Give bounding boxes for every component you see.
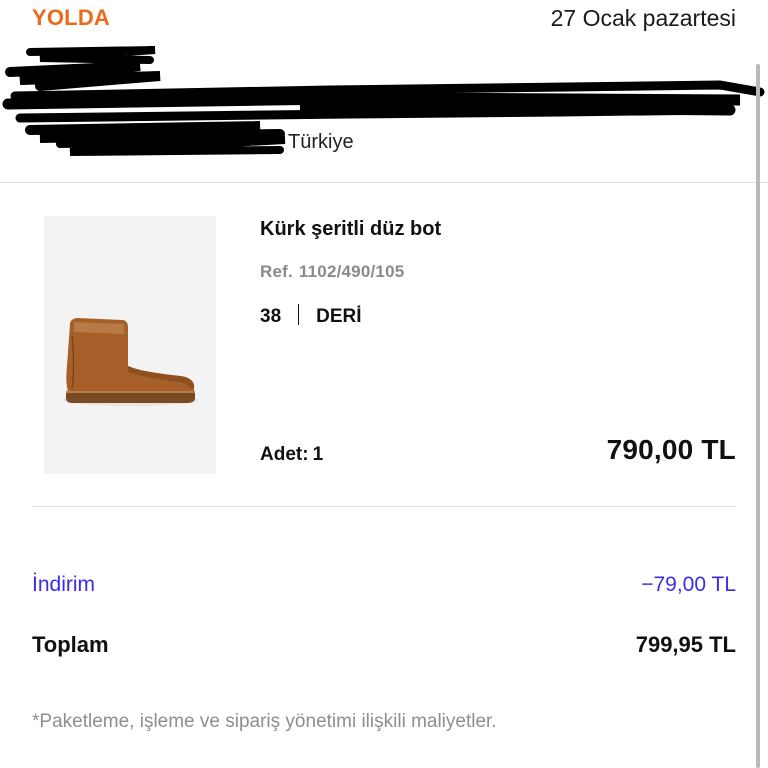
address-country: Türkiye bbox=[288, 131, 354, 153]
total-value: 799,95 TL bbox=[635, 632, 736, 657]
total-label: Toplam bbox=[32, 632, 109, 657]
product-name[interactable]: Kürk şeritli düz bot bbox=[260, 218, 441, 241]
delivery-date: 27 Ocak pazartesi bbox=[550, 5, 736, 31]
product-quantity: Adet: 1 bbox=[260, 444, 323, 466]
boot-image bbox=[44, 216, 216, 474]
variant-separator bbox=[298, 304, 300, 325]
product-image[interactable] bbox=[44, 216, 216, 474]
quantity-label: Adet: bbox=[260, 444, 309, 465]
summary-divider bbox=[32, 506, 736, 507]
product-price: 790,00 TL bbox=[606, 434, 736, 465]
product-variant: 38 DERİ bbox=[260, 304, 362, 328]
quantity-value: 1 bbox=[312, 444, 324, 465]
order-status-row: YOLDA 27 Ocak pazartesi bbox=[0, 0, 768, 40]
section-divider bbox=[0, 182, 768, 183]
reference-number: 1102/490/105 bbox=[298, 262, 405, 281]
discount-value: −79,00 TL bbox=[641, 573, 736, 596]
order-status-label: YOLDA bbox=[32, 5, 110, 30]
discount-label: İndirim bbox=[32, 573, 96, 596]
product-size: 38 bbox=[260, 306, 282, 327]
product-material: DERİ bbox=[316, 306, 362, 327]
cost-footnote: *Paketleme, işleme ve sipariş yönetimi i… bbox=[32, 711, 497, 732]
reference-prefix: Ref. bbox=[260, 262, 293, 281]
redacted-address-scribble bbox=[2, 46, 765, 156]
shipping-address: Türkiye bbox=[0, 40, 768, 180]
product-reference: Ref. 1102/490/105 bbox=[260, 262, 404, 282]
scrollbar[interactable] bbox=[756, 64, 760, 768]
